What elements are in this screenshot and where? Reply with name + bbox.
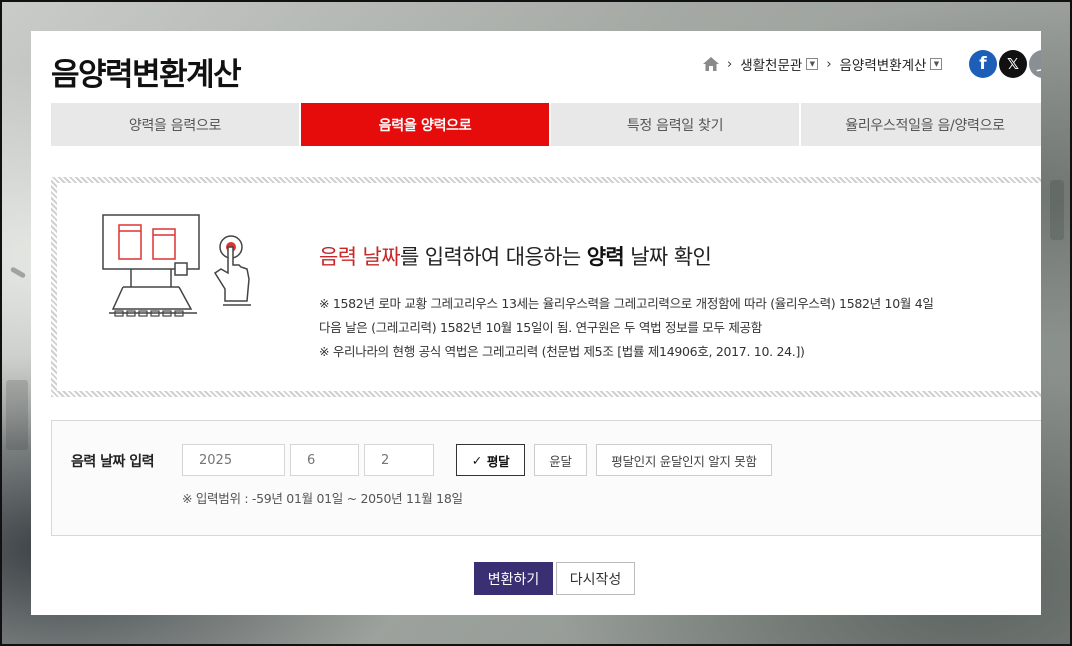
lunar-date-label: 음력 날짜 입력 (71, 454, 155, 470)
convert-button[interactable]: 변환하기 (474, 562, 553, 595)
twitter-icon: 𝕏 (1006, 55, 1020, 73)
reset-button[interactable]: 다시작성 (556, 562, 635, 595)
breadcrumb-item-category[interactable]: 생활천문관 (740, 54, 802, 74)
info-box: 음력 날짜를 입력하여 대응하는 양력 날짜 확인 ※ 1582년 로마 교황 … (51, 177, 1041, 397)
home-icon[interactable] (703, 57, 719, 71)
check-icon: ✓ (471, 452, 482, 468)
breadcrumb-item-current[interactable]: 음양력변환계산 (840, 54, 927, 74)
chevron-down-icon[interactable]: ▼ (930, 58, 943, 70)
day-input[interactable] (364, 444, 434, 476)
unknown-month-button[interactable]: 평달인지 윤달인지 알지 못함 (596, 444, 772, 476)
facebook-share-button[interactable]: f (969, 50, 997, 78)
headline-text-end: 날짜 확인 (624, 245, 712, 269)
share-button[interactable]: ⤴ (1029, 50, 1041, 78)
share-icon: ⤴ (1036, 55, 1041, 74)
computer-touch-icon (102, 214, 251, 317)
twitter-share-button[interactable]: 𝕏 (999, 50, 1027, 78)
tab-julian-day[interactable]: 율리우스적일을 음/양력으로 (801, 103, 1041, 146)
headline-solar: 양력 (586, 245, 625, 269)
breadcrumb: › 생활천문관 ▼ › 음양력변환계산 ▼ (703, 53, 943, 75)
tab-lunar-to-solar[interactable]: 음력을 양력으로 (301, 103, 551, 146)
chevron-right-icon: › (826, 56, 832, 72)
facebook-icon: f (979, 54, 987, 74)
info-note-3: ※ 우리나라의 현행 공식 역법은 그레고리력 (천문법 제5조 [법률 제14… (319, 344, 805, 359)
info-note-1: ※ 1582년 로마 교황 그레고리우스 13세는 율리우스력을 그레고리력으로… (319, 296, 934, 311)
info-note-2: 다음 날은 (그레고리력) 1582년 10월 15일이 됨. 연구원은 두 역… (319, 320, 762, 335)
date-input-panel: 음력 날짜 입력 ✓ 평달 윤달 평달인지 윤달인지 알지 못함 ※ 입력범위 … (51, 420, 1041, 536)
page-title: 음양력변환계산 (51, 57, 242, 93)
regular-month-button[interactable]: ✓ 평달 (456, 444, 525, 476)
year-input[interactable] (182, 444, 285, 476)
headline-lunar-date: 음력 날짜 (319, 245, 401, 269)
chevron-down-icon[interactable]: ▼ (806, 58, 819, 70)
tab-find-lunar-date[interactable]: 특정 음력일 찾기 (551, 103, 801, 146)
leap-month-button[interactable]: 윤달 (534, 444, 587, 476)
input-range-note: ※ 입력범위 : -59년 01월 01일 ~ 2050년 11월 18일 (182, 491, 463, 506)
main-card: 음양력변환계산 › 생활천문관 ▼ › 음양력변환계산 ▼ f 𝕏 ⤴ 양력을 … (31, 31, 1041, 615)
tab-bar: 양력을 음력으로 음력을 양력으로 특정 음력일 찾기 율리우스적일을 음/양력… (51, 103, 1041, 146)
info-headline: 음력 날짜를 입력하여 대응하는 양력 날짜 확인 (319, 241, 712, 271)
chevron-right-icon: › (727, 56, 733, 72)
headline-text: 를 입력하여 대응하는 (399, 245, 587, 269)
tab-solar-to-lunar[interactable]: 양력을 음력으로 (51, 103, 301, 146)
month-input[interactable] (290, 444, 359, 476)
regular-month-label: 평달 (486, 453, 510, 469)
